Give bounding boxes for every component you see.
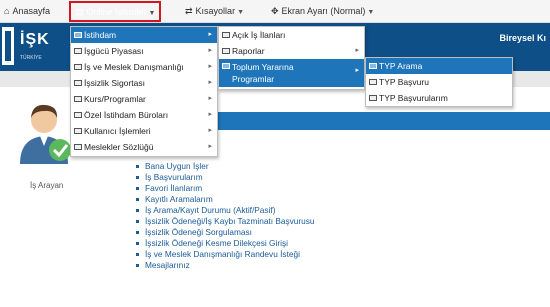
chevron-right-icon: ▸ [208, 111, 212, 118]
logo-text: İŞK [20, 31, 50, 48]
list-item[interactable]: İşsizlik Ödeneği/İş Kaybı Tazminatı Başv… [136, 216, 315, 227]
menu-item-icon [369, 79, 377, 85]
menu-item-career-counseling[interactable]: İş ve Meslek Danışmanlığı ▸ [71, 59, 217, 75]
menu-item-reports[interactable]: Raporlar ▸ [219, 43, 364, 59]
list-item[interactable]: İş Başvurularım [136, 172, 315, 183]
menu-item-employment[interactable]: İstihdam ▸ [71, 27, 217, 43]
chevron-right-icon: ▸ [208, 127, 212, 134]
nav-online-operations[interactable]: ▤ Online İşlemler ▼ [69, 1, 162, 22]
menu-item-icon [74, 48, 82, 54]
nav-online-label: Online İşlemler [86, 7, 147, 17]
list-icon: ▤ [75, 7, 84, 17]
typ-submenu: TYP Arama TYP Başvuru TYP Başvurularım [365, 57, 513, 107]
chevron-right-icon: ▸ [208, 79, 212, 86]
menu-item-icon [74, 144, 82, 150]
menu-item-icon [74, 32, 82, 38]
menu-item-typ-search[interactable]: TYP Arama [366, 58, 512, 74]
caret-down-icon: ▼ [367, 9, 375, 16]
caret-down-icon: ▼ [148, 10, 156, 17]
chevron-right-icon: ▸ [355, 67, 359, 74]
nav-home[interactable]: ⌂ Anasayfa [4, 0, 50, 23]
nav-screen-settings[interactable]: ✥ Ekran Ayarı (Normal) ▼ [271, 0, 374, 23]
list-item[interactable]: Favori İlanlarım [136, 183, 315, 194]
chevron-right-icon: ▸ [208, 31, 212, 38]
list-item[interactable]: Mesajlarınız [136, 260, 315, 271]
menu-item-typ-application[interactable]: TYP Başvuru [366, 74, 512, 90]
menu-item-unemployment-insurance[interactable]: İşsizlik Sigortası ▸ [71, 75, 217, 91]
online-operations-menu: İstihdam ▸ İşgücü Piyasası ▸ İş ve Meslek … [70, 26, 218, 157]
menu-item-labor-market[interactable]: İşgücü Piyasası ▸ [71, 43, 217, 59]
menu-item-icon [369, 95, 377, 101]
menu-item-courses-programs[interactable]: Kurs/Programlar ▸ [71, 91, 217, 107]
site-logo[interactable]: İŞK TÜRKİYE [0, 25, 62, 69]
list-item[interactable]: İş Arama/Kayıt Durumu (Aktif/Pasif) [136, 205, 315, 216]
menu-item-icon [74, 64, 82, 70]
chevron-right-icon: ▸ [208, 143, 212, 150]
nav-shortcuts-label: Kısayollar [195, 6, 236, 16]
home-icon: ⌂ [4, 6, 10, 16]
menu-item-icon [74, 112, 82, 118]
list-item[interactable]: İşsizlik Ödeneği Sorgulaması [136, 227, 315, 238]
header-user-type: Bireysel Kı [499, 33, 546, 43]
avatar [12, 100, 76, 164]
menu-item-open-job-postings[interactable]: Açık İş İlanları [219, 27, 364, 43]
nav-screen-label: Ekran Ayarı (Normal) [281, 6, 366, 16]
logo-mark-icon [2, 27, 14, 65]
top-nav-bar: ⌂ Anasayfa ▤ Online İşlemler ▼ ⇄ Kısayollar ▼… [0, 0, 550, 23]
shuffle-icon: ⇄ [185, 6, 193, 16]
chevron-right-icon: ▸ [208, 95, 212, 102]
menu-item-icon [74, 96, 82, 102]
list-item[interactable]: Kayıtlı Aramalarım [136, 194, 315, 205]
menu-item-icon [369, 63, 377, 69]
employment-submenu: Açık İş İlanları Raporlar ▸ Toplum Yararı… [218, 26, 365, 90]
logo-subtext: TÜRKİYE [20, 55, 42, 61]
expand-icon: ✥ [271, 6, 279, 16]
list-item[interactable]: Bana Uygun İşler [136, 161, 315, 172]
menu-item-icon [74, 128, 82, 134]
nav-shortcuts[interactable]: ⇄ Kısayollar ▼ [185, 0, 244, 23]
menu-item-user-operations[interactable]: Kullanıcı İşlemleri ▸ [71, 123, 217, 139]
avatar-caption: İş Arayan [30, 181, 64, 190]
caret-down-icon: ▼ [237, 9, 244, 16]
quick-links-list: Bana Uygun İşler İş Başvurularım Favori … [136, 161, 315, 271]
nav-home-label: Anasayfa [12, 6, 50, 16]
chevron-right-icon: ▸ [208, 47, 212, 54]
menu-item-occupations-dictionary[interactable]: Meslekler Sözlüğü ▸ [71, 139, 217, 155]
list-item[interactable]: İşsizlik Ödeneği Kesme Dilekçesi Girişi [136, 238, 315, 249]
menu-item-icon [222, 32, 230, 38]
chevron-right-icon: ▸ [208, 63, 212, 70]
menu-item-typ-my-applications[interactable]: TYP Başvurularım [366, 90, 512, 106]
menu-item-icon [74, 80, 82, 86]
chevron-right-icon: ▸ [355, 47, 359, 54]
menu-item-icon [222, 63, 230, 69]
menu-item-community-benefit-programs[interactable]: Toplum Yararına Programlar ▸ [219, 59, 364, 87]
list-item[interactable]: İş ve Meslek Danışmanlığı Randevu İsteği [136, 249, 315, 260]
menu-item-private-employment-offices[interactable]: Özel İstihdam Büroları ▸ [71, 107, 217, 123]
user-avatar-icon [20, 104, 71, 164]
menu-item-icon [222, 48, 230, 54]
